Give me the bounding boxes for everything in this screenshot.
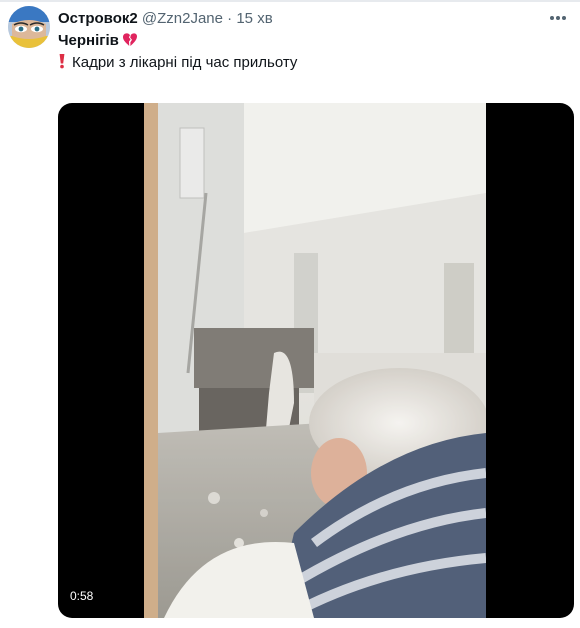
video-duration: 0:58 [70,589,94,603]
red-exclamation-icon [58,53,66,73]
author-name[interactable]: Островок2 [58,10,138,27]
broken-heart-icon [122,32,138,51]
heading-text: Чернігів [58,32,119,49]
tweet-heading: Чернігів [58,32,138,51]
video-frame[interactable] [144,103,489,618]
tweet-header: Островок2 @Zzn2Jane · 15 хв [58,10,273,27]
video-still-image [144,103,489,618]
tweet-body: Кадри з лікарні під час прильоту [58,53,297,73]
body-text: Кадри з лікарні під час прильоту [72,54,298,71]
timestamp[interactable]: 15 хв [236,10,272,27]
ellipsis-icon[interactable] [546,9,570,27]
video-player[interactable]: 0:58 [58,103,574,618]
avatar-image [8,6,50,48]
top-divider [0,0,580,2]
separator-dot: · [227,10,233,27]
avatar[interactable] [8,6,50,48]
author-handle[interactable]: @Zzn2Jane [142,10,223,27]
